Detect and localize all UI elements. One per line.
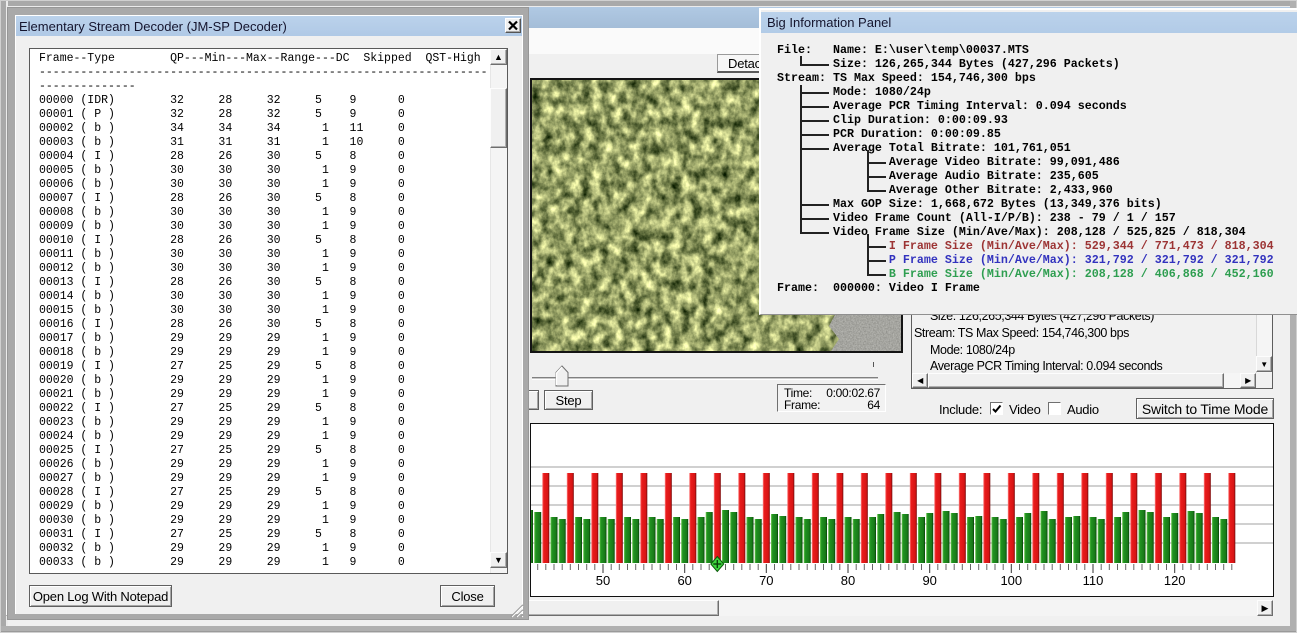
svg-text:50: 50 [596, 573, 610, 588]
svg-text:90: 90 [922, 573, 936, 588]
svg-text:70: 70 [759, 573, 773, 588]
svg-text:110: 110 [1083, 573, 1104, 588]
svg-text:100: 100 [1000, 573, 1022, 588]
svg-text:120: 120 [1164, 573, 1186, 588]
svg-text:80: 80 [841, 573, 855, 588]
svg-text:60: 60 [677, 573, 691, 588]
